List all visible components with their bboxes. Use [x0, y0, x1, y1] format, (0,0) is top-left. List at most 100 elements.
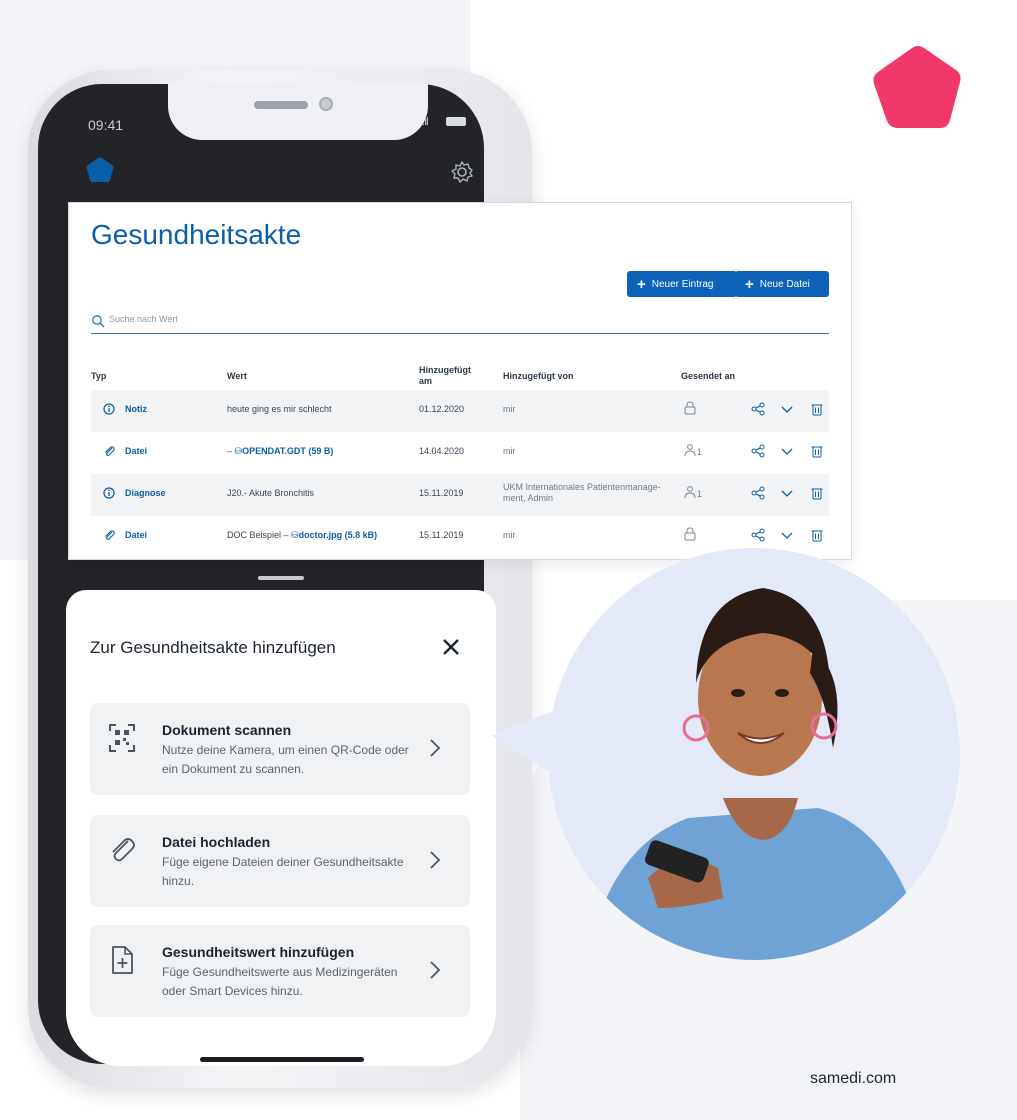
row-added-by-1: UKM Internationales Patientenmanage- [503, 482, 661, 492]
file-link[interactable]: OPENDAT.GDT (59 B) [242, 446, 333, 456]
add-to-record-sheet: Zur Gesundheitsakte hinzufügen Dokument … [66, 590, 496, 1066]
row-value: heute ging es mir schlecht [227, 404, 332, 414]
col-header-added-at: Hinzugefügt am [419, 365, 471, 387]
trash-icon[interactable] [810, 444, 824, 458]
row-value: – ⛁OPENDAT.GDT (59 B) [227, 446, 333, 457]
signal-icon: ..ıl [420, 116, 429, 128]
card-description: Füge Gesundheitswerte aus Medizingeräten… [162, 965, 398, 998]
card-title: Gesundheitswert hinzufügen [162, 944, 355, 960]
col-header-sent-to: Gesendet an [681, 371, 736, 381]
paperclip-icon [105, 446, 115, 457]
row-type[interactable]: Datei [125, 446, 147, 456]
row-added-by: UKM Internationales Patientenmanage-ment… [503, 482, 663, 504]
row-added-by: mir [503, 446, 516, 456]
row-type[interactable]: Notiz [125, 404, 147, 414]
card-title: Datei hochladen [162, 834, 271, 850]
qr-scan-icon [109, 724, 135, 752]
paperclip-icon [112, 838, 135, 862]
footer-url: samedi.com [810, 1070, 897, 1087]
scan-document-card[interactable]: Dokument scannen Nutze deine Kamera, um … [90, 703, 470, 795]
new-file-button[interactable]: + Neue Datei [735, 271, 829, 297]
users-icon [684, 486, 696, 499]
row-value-text: heute ging es mir schlecht [227, 404, 332, 414]
row-value-prefix: DOC Beispiel – [227, 530, 292, 540]
health-record-panel: Gesundheitsakte + Neuer Eintrag + Neue D… [68, 202, 852, 560]
phone-notch [168, 84, 428, 140]
new-entry-label: Neuer Eintrag [651, 278, 714, 290]
chevron-right-icon [430, 961, 441, 979]
sent-count: 1 [697, 489, 703, 499]
chevron-right-icon [430, 739, 441, 757]
brand-logo-pentagon [873, 46, 961, 128]
chevron-down-icon[interactable] [780, 486, 794, 500]
plus-icon: + [637, 275, 646, 293]
trash-icon[interactable] [810, 486, 824, 500]
row-value: J20.- Akute Bronchitis [227, 488, 315, 498]
document-plus-icon [112, 946, 133, 974]
search-icon [92, 315, 105, 328]
app-logo-icon [86, 157, 114, 182]
upload-file-card[interactable]: Datei hochladen Füge eigene Dateien dein… [90, 815, 470, 907]
chevron-down-icon[interactable] [780, 402, 794, 416]
row-added-by-2: ment, Admin [503, 493, 554, 503]
share-icon[interactable] [751, 486, 765, 500]
sent-count: 1 [697, 447, 703, 457]
share-icon[interactable] [751, 444, 765, 458]
home-indicator[interactable] [200, 1057, 364, 1062]
row-type[interactable]: Datei [125, 530, 147, 540]
table-row[interactable]: Notiz heute ging es mir schlecht 01.12.2… [91, 390, 829, 432]
search-input[interactable]: Suche nach Wert [91, 311, 829, 334]
status-time: 09:41 [88, 117, 124, 133]
file-download-icon: ⛁ [234, 446, 243, 456]
row-added-by: mir [503, 530, 516, 540]
battery-icon [446, 117, 466, 126]
col-header-added-at-2: am [419, 376, 433, 386]
phone-speaker [254, 101, 308, 109]
row-value: DOC Beispiel – ⛁doctor.jpg (5.8 kB) [227, 530, 377, 541]
row-value-prefix: – [227, 446, 235, 456]
close-icon[interactable] [440, 636, 462, 658]
info-icon [103, 403, 115, 415]
add-health-value-card[interactable]: Gesundheitswert hinzufügen Füge Gesundhe… [90, 925, 470, 1017]
card-title: Dokument scannen [162, 722, 292, 738]
lock-icon [684, 527, 696, 541]
trash-icon[interactable] [810, 402, 824, 416]
row-date: 15.11.2019 [419, 530, 464, 540]
phone-camera [319, 97, 333, 111]
col-header-value: Wert [227, 371, 247, 381]
col-header-added-by: Hinzugefügt von [503, 371, 574, 381]
row-date: 15.11.2019 [419, 488, 464, 498]
info-icon [103, 487, 115, 499]
chevron-down-icon[interactable] [780, 528, 794, 542]
card-description: Füge eigene Dateien deiner Gesundheitsak… [162, 855, 404, 888]
chevron-down-icon[interactable] [780, 444, 794, 458]
sheet-drag-handle[interactable] [258, 576, 304, 580]
person-illustration [588, 588, 928, 960]
col-header-type: Typ [91, 371, 107, 381]
card-description: Nutze deine Kamera, um einen QR-Code ode… [162, 743, 409, 776]
page-title: Gesundheitsakte [91, 219, 302, 250]
row-date: 01.12.2020 [419, 404, 465, 414]
chevron-right-icon [430, 851, 441, 869]
new-file-label: Neue Datei [759, 278, 810, 290]
file-download-icon: ⛁ [291, 530, 299, 540]
new-entry-button[interactable]: + Neuer Eintrag [627, 271, 737, 297]
col-header-added-at-1: Hinzugefügt [419, 365, 471, 375]
table-row[interactable]: Datei – ⛁OPENDAT.GDT (59 B) 14.04.2020 m… [91, 432, 829, 474]
sheet-title: Zur Gesundheitsakte hinzufügen [90, 638, 336, 657]
trash-icon[interactable] [810, 528, 824, 542]
row-added-by: mir [503, 404, 516, 414]
lock-icon [684, 401, 696, 415]
search-placeholder: Suche nach Wert [109, 314, 178, 324]
plus-icon: + [745, 275, 754, 293]
row-type[interactable]: Diagnose [125, 488, 166, 498]
share-icon[interactable] [751, 402, 765, 416]
paperclip-icon [105, 530, 115, 541]
row-date: 14.04.2020 [419, 446, 465, 456]
gear-icon[interactable] [450, 160, 474, 184]
file-link[interactable]: doctor.jpg (5.8 kB) [299, 530, 378, 540]
table-row[interactable]: Diagnose J20.- Akute Bronchitis 15.11.20… [91, 474, 829, 516]
users-icon [684, 444, 696, 457]
customer-photo [548, 548, 960, 960]
share-icon[interactable] [751, 528, 765, 542]
